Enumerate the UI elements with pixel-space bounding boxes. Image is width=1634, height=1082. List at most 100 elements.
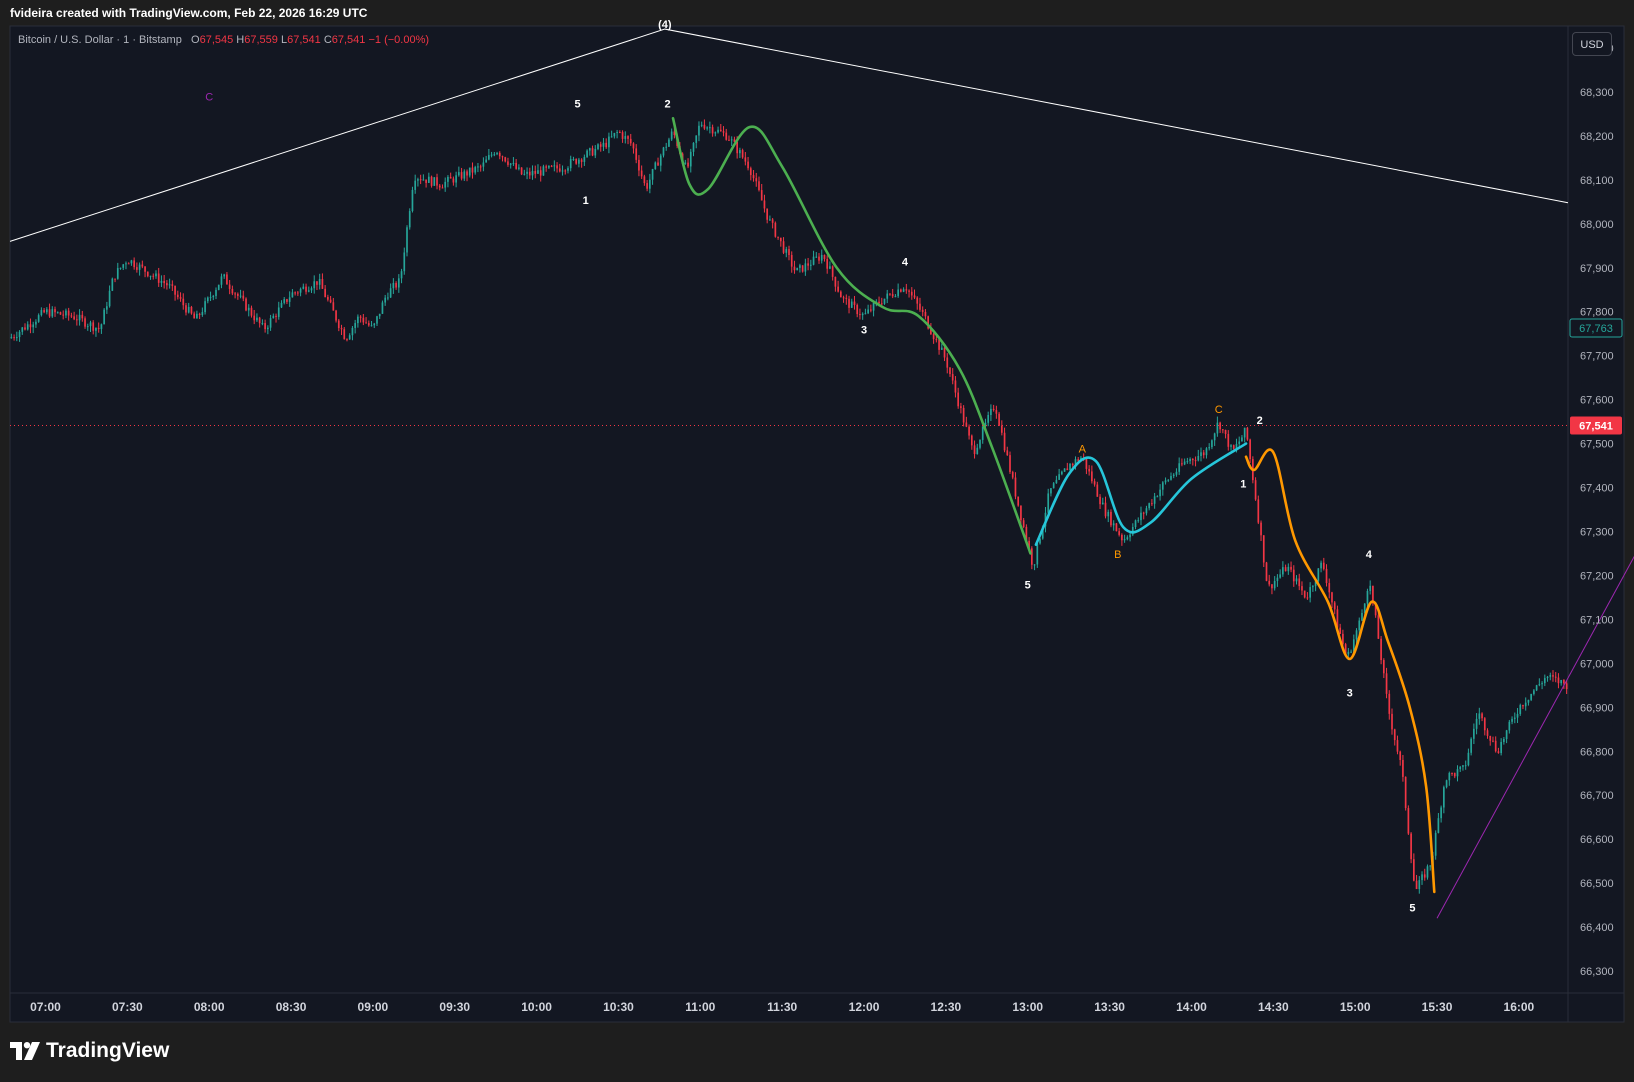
currency-button[interactable]: USD xyxy=(1572,32,1612,56)
candle-body xyxy=(1194,460,1197,462)
candle-body xyxy=(550,165,553,167)
candle-body xyxy=(790,255,793,267)
candle-body xyxy=(785,249,788,253)
symbol-legend[interactable]: Bitcoin / U.S. Dollar · 1 · Bitstamp O67… xyxy=(18,34,429,46)
candle-body xyxy=(998,413,1000,426)
candle-body xyxy=(479,166,482,168)
candle-body xyxy=(466,171,468,176)
candle-body xyxy=(1339,627,1342,634)
candle-body xyxy=(1151,503,1153,505)
wave-label: C xyxy=(1215,404,1223,416)
close-label: C xyxy=(323,34,332,46)
candle-body xyxy=(597,144,599,150)
candle-body xyxy=(1000,425,1003,433)
candle-body xyxy=(643,176,646,184)
candle-body xyxy=(108,290,111,307)
candle-body xyxy=(231,288,234,294)
candle-body xyxy=(518,167,520,169)
candle-body xyxy=(684,162,687,164)
candle-body xyxy=(545,166,548,168)
time-tick-label: 08:00 xyxy=(194,1000,225,1014)
candle-body xyxy=(504,157,507,162)
candle-body xyxy=(1440,807,1442,819)
candle-body xyxy=(809,264,812,266)
price-tick-label: 67,700 xyxy=(1580,351,1614,363)
candle-body xyxy=(1298,578,1301,587)
candle-body xyxy=(1137,520,1140,522)
candle-body xyxy=(297,292,299,294)
candle-body xyxy=(144,266,146,272)
candle-body xyxy=(239,295,242,297)
candle-body xyxy=(968,426,970,436)
candle-body xyxy=(141,264,144,267)
candle-body xyxy=(146,271,149,277)
candle-body xyxy=(485,159,487,163)
candle-body xyxy=(1200,452,1202,456)
candle-body xyxy=(1047,493,1050,513)
candle-body xyxy=(848,298,850,308)
candle-body xyxy=(588,148,591,151)
candle-body xyxy=(1292,569,1295,582)
price-tick-label: 68,300 xyxy=(1580,87,1614,99)
candle-body xyxy=(212,295,215,298)
candle-body xyxy=(515,162,517,169)
candle-body xyxy=(97,327,100,330)
candle-body xyxy=(919,303,921,310)
candle-body xyxy=(26,324,29,330)
time-tick-label: 14:30 xyxy=(1258,1000,1289,1014)
candle-body xyxy=(889,293,891,295)
candle-body xyxy=(422,179,425,181)
candle-body xyxy=(1290,566,1292,570)
candle-body xyxy=(719,129,722,132)
candle-body xyxy=(111,278,114,291)
candle-body xyxy=(294,292,296,294)
candle-body xyxy=(741,150,744,158)
candle-body xyxy=(1483,718,1486,731)
wave-label: A xyxy=(1079,443,1087,455)
candle-body xyxy=(861,313,864,316)
time-tick-label: 14:00 xyxy=(1176,1000,1207,1014)
candle-body xyxy=(406,227,408,253)
candle-body xyxy=(624,136,627,139)
candle-body xyxy=(1096,484,1099,497)
candle-body xyxy=(1142,512,1145,514)
candle-body xyxy=(48,309,51,317)
candle-body xyxy=(711,127,714,134)
candle-body xyxy=(280,302,283,308)
wave-label: 1 xyxy=(583,195,589,207)
candle-body xyxy=(801,265,804,272)
candle-body xyxy=(40,310,43,316)
candle-body xyxy=(613,132,616,137)
candle-body xyxy=(1121,534,1123,541)
candle-body xyxy=(1260,522,1262,536)
candle-body xyxy=(86,326,89,328)
candle-body xyxy=(1366,590,1369,604)
candle-body xyxy=(103,309,105,325)
wave-label: 2 xyxy=(665,98,671,110)
candle-body xyxy=(938,339,940,350)
candle-body xyxy=(973,445,976,455)
time-tick-label: 10:00 xyxy=(521,1000,552,1014)
candle-body xyxy=(56,312,59,314)
candle-body xyxy=(883,298,886,304)
candle-body xyxy=(1126,537,1129,540)
candle-body xyxy=(29,324,32,328)
candle-body xyxy=(632,143,635,149)
candle-body xyxy=(1164,480,1167,483)
candle-body xyxy=(1282,567,1284,575)
candle-body xyxy=(381,302,384,314)
candle-body xyxy=(864,313,867,315)
candle-body xyxy=(160,280,163,283)
candle-body xyxy=(447,176,449,182)
candle-body xyxy=(766,208,769,220)
price-chart[interactable]: (4)521435ABC21435CABC(A)(B) 68,40068,300… xyxy=(0,0,1634,1082)
candle-body xyxy=(1421,874,1423,881)
tradingview-brand[interactable]: TradingView xyxy=(10,1038,169,1064)
candle-body xyxy=(1011,471,1014,478)
candle-body xyxy=(313,281,316,289)
candle-body xyxy=(193,313,196,319)
candle-body xyxy=(1183,461,1186,465)
candle-body xyxy=(1309,587,1311,598)
candle-body xyxy=(209,297,212,299)
candle-body xyxy=(493,154,496,156)
